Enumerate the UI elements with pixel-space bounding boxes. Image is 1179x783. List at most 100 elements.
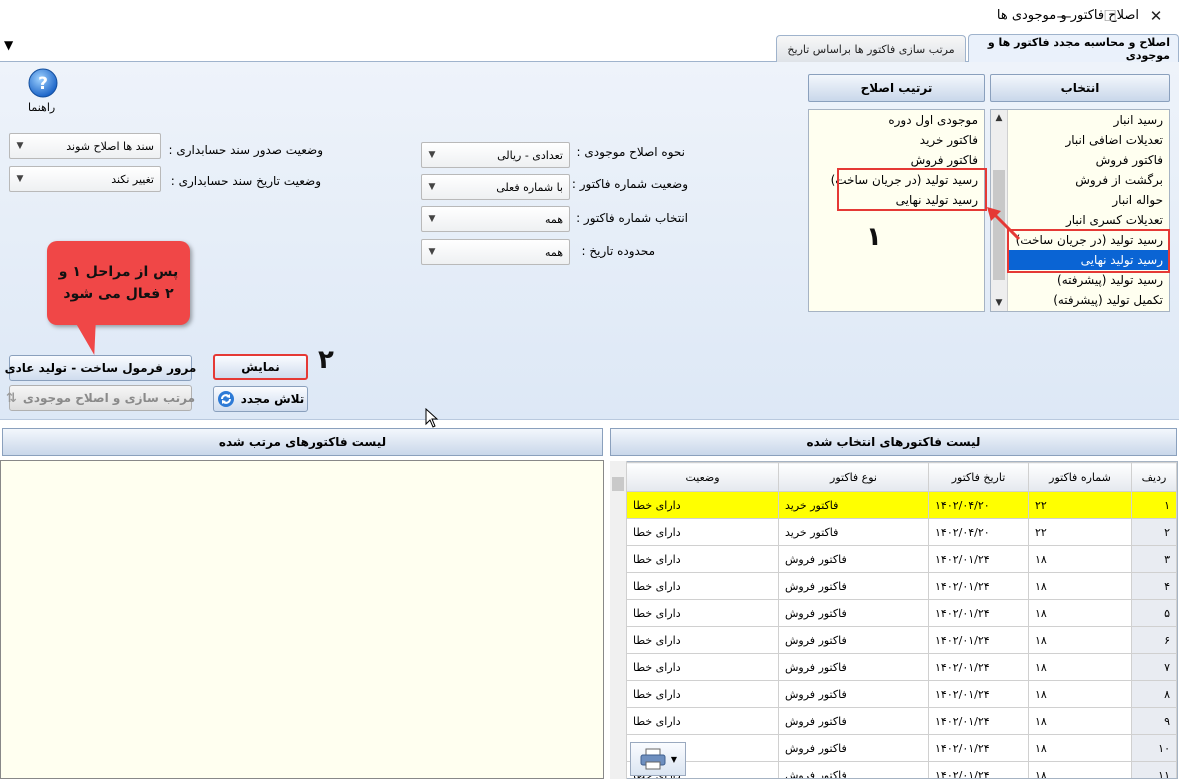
help-icon[interactable]: ? xyxy=(27,67,59,99)
fix-method-value: تعدادی - ریالی xyxy=(497,148,563,162)
arrow-icon xyxy=(987,207,1021,241)
invoice-date-cell: ۱۴۰۲/۰۱/۲۴ xyxy=(928,653,1029,681)
invoice-date-cell: ۱۴۰۲/۰۱/۲۴ xyxy=(928,572,1029,600)
list-item[interactable]: رسید تولید (پیشرفته) xyxy=(1008,270,1169,290)
review-formula-label: مرور فرمول ساخت - تولید عادی xyxy=(4,361,197,375)
invoice-type-cell: فاکتور خرید xyxy=(778,491,929,519)
invoice-number-cell: ۱۸ xyxy=(1028,572,1132,600)
doc-issue-status-combo[interactable]: سند ها اصلاح شوند ▼ xyxy=(9,133,161,159)
selected-list-header: لیست فاکتورهای انتخاب شده xyxy=(610,428,1177,456)
invoice-number-cell: ۱۸ xyxy=(1028,545,1132,573)
column-header[interactable]: نوع فاکتور xyxy=(778,462,929,492)
invoice-number-select-value: همه xyxy=(544,212,563,226)
list-item[interactable]: تعدیلات اضافی انبار xyxy=(1008,130,1169,150)
list-item[interactable]: فاکتور خرید xyxy=(809,130,984,150)
show-button[interactable]: نمایش xyxy=(213,354,308,380)
tab-strip: اصلاح و محاسبه مجدد فاکتور ها و موجودی م… xyxy=(0,32,1179,62)
close-button[interactable]: ✕ xyxy=(1133,0,1179,32)
list-item[interactable]: فاکتور فروش xyxy=(1008,150,1169,170)
list-item[interactable]: موجودی اول دوره xyxy=(809,110,984,130)
invoice-date-cell: ۱۴۰۲/۰۴/۲۰ xyxy=(928,491,1029,519)
list-item[interactable]: رسید انبار xyxy=(1008,110,1169,130)
table-row[interactable]: ۳ ۱۸ ۱۴۰۲/۰۱/۲۴ فاکتور فروش دارای خطا xyxy=(626,545,1177,573)
retry-button[interactable]: تلاش مجدد xyxy=(213,386,308,412)
row-number: ۹ xyxy=(1131,707,1177,735)
doc-date-status-combo[interactable]: تغییر نکند ▼ xyxy=(9,166,161,192)
invoice-date-cell: ۱۴۰۲/۰۱/۲۴ xyxy=(928,626,1029,654)
status-cell: دارای خطا xyxy=(626,707,779,735)
step-marker-1: ۱ xyxy=(866,222,882,252)
list-item[interactable]: تعدیلات کسری انبار xyxy=(1008,210,1169,230)
dropdown-arrow-icon: ▼ xyxy=(670,754,678,764)
fix-method-combo[interactable]: تعدادی - ریالی ▼ xyxy=(421,142,570,168)
tab-fix-recalc[interactable]: اصلاح و محاسبه مجدد فاکتور ها و موجودی xyxy=(968,34,1179,62)
column-header[interactable]: وضعیت xyxy=(626,462,779,492)
review-formula-button[interactable]: مرور فرمول ساخت - تولید عادی xyxy=(5,355,196,381)
grid-scrollbar[interactable] xyxy=(610,461,627,779)
print-button[interactable]: ▼ xyxy=(630,742,686,776)
invoice-number-status-value: با شماره فعلی xyxy=(496,180,563,194)
selected-invoices-grid[interactable]: ردیف شماره فاکتور تاریخ فاکتور نوع فاکتو… xyxy=(610,461,1178,779)
select-header: انتخاب xyxy=(990,74,1170,102)
table-row[interactable]: ۴ ۱۸ ۱۴۰۲/۰۱/۲۴ فاکتور فروش دارای خطا xyxy=(626,572,1177,600)
table-row[interactable]: ۱۰ ۱۸ ۱۴۰۲/۰۱/۲۴ فاکتور فروش دارای خطا xyxy=(626,734,1177,762)
table-row[interactable]: ۲ ۲۲ ۱۴۰۲/۰۴/۲۰ فاکتور خرید دارای خطا xyxy=(626,518,1177,546)
row-number: ۴ xyxy=(1131,572,1177,600)
maximize-button[interactable]: ☐ xyxy=(1087,0,1133,32)
menu-dropdown-icon[interactable]: ▼ xyxy=(4,38,13,52)
invoice-type-cell: فاکتور فروش xyxy=(778,626,929,654)
invoice-date-cell: ۱۴۰۲/۰۱/۲۴ xyxy=(928,680,1029,708)
invoice-date-cell: ۱۴۰۲/۰۱/۲۴ xyxy=(928,734,1029,762)
invoice-number-cell: ۱۸ xyxy=(1028,734,1132,762)
invoice-number-select-label: انتخاب شماره فاکتور : xyxy=(576,211,688,225)
table-header-row: ردیف شماره فاکتور تاریخ فاکتور نوع فاکتو… xyxy=(626,462,1177,492)
column-header[interactable]: تاریخ فاکتور xyxy=(928,462,1029,492)
table-row[interactable]: ۱ ۲۲ ۱۴۰۲/۰۴/۲۰ فاکتور خرید دارای خطا xyxy=(626,491,1177,519)
row-number: ۱۱ xyxy=(1131,761,1177,778)
column-header[interactable]: ردیف xyxy=(1131,462,1177,492)
table-row[interactable]: ۷ ۱۸ ۱۴۰۲/۰۱/۲۴ فاکتور فروش دارای خطا xyxy=(626,653,1177,681)
invoice-date-cell: ۱۴۰۲/۰۱/۲۴ xyxy=(928,599,1029,627)
highlight-frame xyxy=(1007,229,1170,273)
tab-sort-by-date[interactable]: مرتب سازی فاکتور ها براساس تاریخ xyxy=(776,35,966,62)
order-header: ترتیب اصلاح xyxy=(808,74,985,102)
list-item[interactable]: تکمیل تولید (پیشرفته) xyxy=(1008,290,1169,310)
status-cell: دارای خطا xyxy=(626,680,779,708)
column-header[interactable]: شماره فاکتور xyxy=(1028,462,1132,492)
table-row[interactable]: ۶ ۱۸ ۱۴۰۲/۰۱/۲۴ فاکتور فروش دارای خطا xyxy=(626,626,1177,654)
sort-arrows-icon: ⇅ xyxy=(5,390,17,406)
scroll-up-icon[interactable]: ▲ xyxy=(991,110,1007,126)
invoice-type-cell: فاکتور فروش xyxy=(778,653,929,681)
invoice-type-cell: فاکتور فروش xyxy=(778,545,929,573)
sorted-invoices-pane xyxy=(0,460,604,779)
invoice-type-cell: فاکتور فروش xyxy=(778,761,929,778)
row-number: ۲ xyxy=(1131,518,1177,546)
invoice-number-cell: ۱۸ xyxy=(1028,761,1132,778)
scroll-down-icon[interactable]: ▼ xyxy=(991,295,1007,311)
invoice-number-select-combo[interactable]: همه ▼ xyxy=(421,206,570,232)
chevron-down-icon: ▼ xyxy=(428,150,436,160)
list-item[interactable]: فاکتور فروش xyxy=(809,150,984,170)
fix-method-label: نحوه اصلاح موجودی : xyxy=(576,145,685,159)
invoice-number-status-combo[interactable]: با شماره فعلی ▼ xyxy=(421,174,570,200)
status-cell: دارای خطا xyxy=(626,626,779,654)
date-range-combo[interactable]: همه ▼ xyxy=(421,239,570,265)
sort-fix-inventory-label: مرتب سازی و اصلاح موجودی xyxy=(22,391,196,405)
table-row[interactable]: ۸ ۱۸ ۱۴۰۲/۰۱/۲۴ فاکتور فروش دارای خطا xyxy=(626,680,1177,708)
svg-text:?: ? xyxy=(38,74,48,94)
minimize-button[interactable]: — xyxy=(1041,0,1087,32)
date-range-label: محدوده تاریخ : xyxy=(581,244,655,258)
list-item[interactable]: حواله انبار xyxy=(1008,190,1169,210)
table-row[interactable]: ۵ ۱۸ ۱۴۰۲/۰۱/۲۴ فاکتور فروش دارای خطا xyxy=(626,599,1177,627)
help-label: راهنما xyxy=(28,101,56,114)
row-number: ۸ xyxy=(1131,680,1177,708)
doc-date-status-label: وضعیت تاریخ سند حسابداری : xyxy=(170,174,321,188)
invoice-type-cell: فاکتور فروش xyxy=(778,572,929,600)
table-row[interactable]: ۹ ۱۸ ۱۴۰۲/۰۱/۲۴ فاکتور فروش دارای خطا xyxy=(626,707,1177,735)
scroll-thumb[interactable] xyxy=(612,477,624,491)
invoice-number-cell: ۱۸ xyxy=(1028,626,1132,654)
table-row[interactable]: ۱۱ ۱۸ ۱۴۰۲/۰۱/۲۴ فاکتور فروش دارای خطا xyxy=(626,761,1177,778)
list-item[interactable]: برگشت از فروش xyxy=(1008,170,1169,190)
invoice-date-cell: ۱۴۰۲/۰۱/۲۴ xyxy=(928,707,1029,735)
invoice-type-cell: فاکتور فروش xyxy=(778,707,929,735)
